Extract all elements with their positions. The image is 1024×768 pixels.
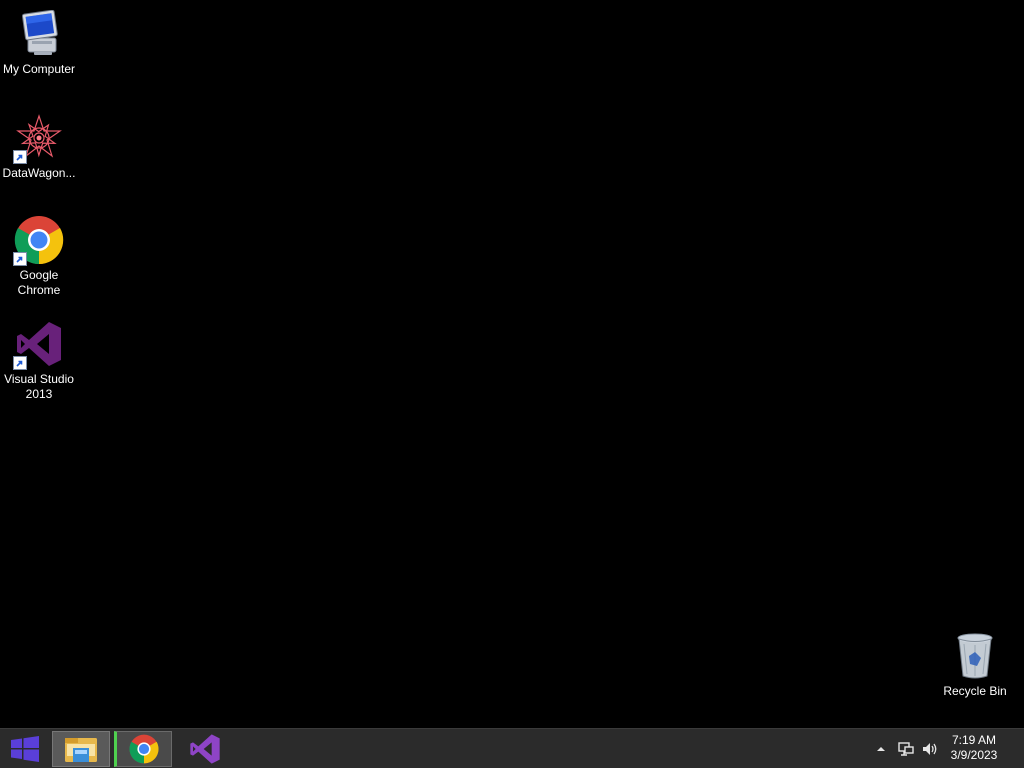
desktop-icon-label: My Computer [2,62,76,76]
show-hidden-icons-chevron-icon[interactable] [874,739,888,759]
clock-time: 7:19 AM [951,733,997,747]
volume-icon[interactable] [920,739,940,759]
shortcut-arrow-icon [13,252,27,266]
visual-studio-icon [13,318,65,370]
desktop-icon-google-chrome[interactable]: Google Chrome [0,214,78,298]
chrome-icon [13,214,65,266]
desktop-icon-visual-studio-2013[interactable]: Visual Studio 2013 [0,318,78,402]
clock-date: 3/9/2023 [950,748,998,762]
desktop-icon-label: Google Chrome [17,268,61,297]
taskbar-file-explorer-button[interactable] [52,731,110,767]
desktop-icon-my-computer[interactable]: My Computer [0,8,78,77]
taskbar-clock[interactable]: 7:19 AM 3/9/2023 [942,733,1006,763]
recycle-bin-icon [949,630,1001,682]
shortcut-arrow-icon [13,356,27,370]
desktop[interactable]: My Computer DataWagon... Google Chrome V… [0,0,1024,728]
computer-icon [13,8,65,60]
taskbar-chrome-button[interactable] [114,731,172,767]
desktop-icon-label: Visual Studio 2013 [4,372,74,401]
desktop-icon-datawagon[interactable]: DataWagon... [0,112,78,181]
taskbar-visual-studio-button[interactable] [176,731,234,767]
network-icon[interactable] [896,739,916,759]
visual-studio-icon [190,734,220,764]
shortcut-arrow-icon [13,150,27,164]
windows-logo-icon [11,736,39,762]
file-explorer-icon [65,738,97,762]
taskbar[interactable]: 7:19 AM 3/9/2023 [0,728,1024,768]
start-button[interactable] [0,731,50,767]
desktop-icon-label: Recycle Bin [943,684,1007,698]
desktop-icon-label: DataWagon... [2,166,76,180]
chrome-icon [129,734,159,764]
datawagon-icon [13,112,65,164]
desktop-icon-recycle-bin[interactable]: Recycle Bin [936,630,1014,699]
